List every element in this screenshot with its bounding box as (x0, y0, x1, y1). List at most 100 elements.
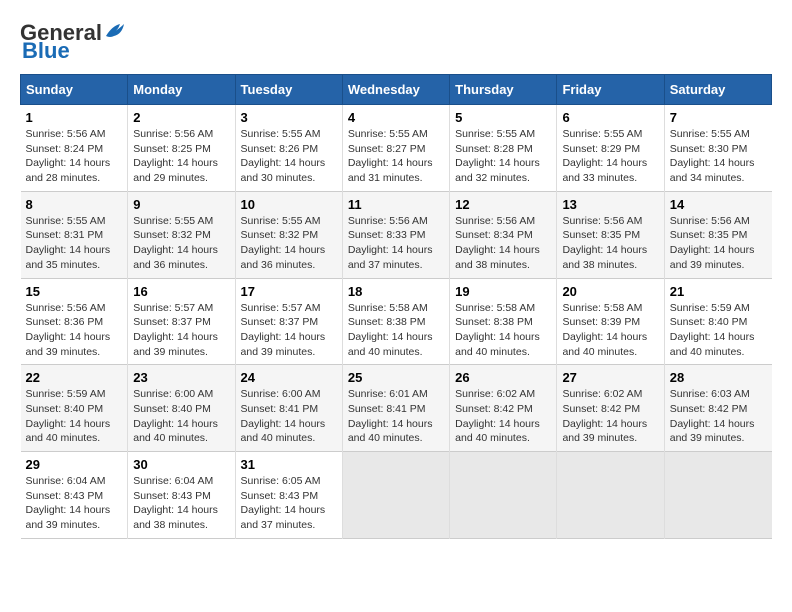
day-info: Sunrise: 5:58 AMSunset: 8:39 PMDaylight:… (562, 302, 647, 358)
day-info: Sunrise: 6:02 AMSunset: 8:42 PMDaylight:… (455, 388, 540, 444)
day-cell: 14 Sunrise: 5:56 AMSunset: 8:35 PMDaylig… (664, 191, 771, 278)
day-info: Sunrise: 5:55 AMSunset: 8:27 PMDaylight:… (348, 128, 433, 184)
day-info: Sunrise: 5:58 AMSunset: 8:38 PMDaylight:… (455, 302, 540, 358)
column-header-sunday: Sunday (21, 75, 128, 105)
day-number: 11 (348, 197, 444, 212)
day-number: 1 (26, 110, 123, 125)
day-info: Sunrise: 5:56 AMSunset: 8:25 PMDaylight:… (133, 128, 218, 184)
day-info: Sunrise: 5:56 AMSunset: 8:24 PMDaylight:… (26, 128, 111, 184)
day-cell: 30 Sunrise: 6:04 AMSunset: 8:43 PMDaylig… (128, 452, 235, 539)
day-cell: 12 Sunrise: 5:56 AMSunset: 8:34 PMDaylig… (450, 191, 557, 278)
day-info: Sunrise: 5:58 AMSunset: 8:38 PMDaylight:… (348, 302, 433, 358)
day-number: 17 (241, 284, 337, 299)
day-info: Sunrise: 5:55 AMSunset: 8:28 PMDaylight:… (455, 128, 540, 184)
day-info: Sunrise: 5:56 AMSunset: 8:36 PMDaylight:… (26, 302, 111, 358)
day-number: 29 (26, 457, 123, 472)
day-info: Sunrise: 6:03 AMSunset: 8:42 PMDaylight:… (670, 388, 755, 444)
calendar-header-row: SundayMondayTuesdayWednesdayThursdayFrid… (21, 75, 772, 105)
day-number: 30 (133, 457, 229, 472)
week-row-4: 22 Sunrise: 5:59 AMSunset: 8:40 PMDaylig… (21, 365, 772, 452)
day-cell: 24 Sunrise: 6:00 AMSunset: 8:41 PMDaylig… (235, 365, 342, 452)
logo-bird-icon (104, 22, 126, 40)
day-cell: 4 Sunrise: 5:55 AMSunset: 8:27 PMDayligh… (342, 105, 449, 192)
day-number: 4 (348, 110, 444, 125)
day-info: Sunrise: 5:56 AMSunset: 8:35 PMDaylight:… (562, 215, 647, 271)
week-row-3: 15 Sunrise: 5:56 AMSunset: 8:36 PMDaylig… (21, 278, 772, 365)
day-number: 10 (241, 197, 337, 212)
column-header-tuesday: Tuesday (235, 75, 342, 105)
day-cell: 20 Sunrise: 5:58 AMSunset: 8:39 PMDaylig… (557, 278, 664, 365)
day-number: 9 (133, 197, 229, 212)
week-row-5: 29 Sunrise: 6:04 AMSunset: 8:43 PMDaylig… (21, 452, 772, 539)
day-number: 26 (455, 370, 551, 385)
column-header-saturday: Saturday (664, 75, 771, 105)
day-cell: 31 Sunrise: 6:05 AMSunset: 8:43 PMDaylig… (235, 452, 342, 539)
day-info: Sunrise: 5:59 AMSunset: 8:40 PMDaylight:… (670, 302, 755, 358)
day-info: Sunrise: 6:04 AMSunset: 8:43 PMDaylight:… (26, 475, 111, 531)
page-header: General Blue (20, 20, 772, 64)
day-cell: 18 Sunrise: 5:58 AMSunset: 8:38 PMDaylig… (342, 278, 449, 365)
day-cell: 15 Sunrise: 5:56 AMSunset: 8:36 PMDaylig… (21, 278, 128, 365)
day-cell: 6 Sunrise: 5:55 AMSunset: 8:29 PMDayligh… (557, 105, 664, 192)
day-number: 3 (241, 110, 337, 125)
day-info: Sunrise: 5:55 AMSunset: 8:29 PMDaylight:… (562, 128, 647, 184)
week-row-2: 8 Sunrise: 5:55 AMSunset: 8:31 PMDayligh… (21, 191, 772, 278)
day-info: Sunrise: 5:56 AMSunset: 8:35 PMDaylight:… (670, 215, 755, 271)
day-number: 16 (133, 284, 229, 299)
column-header-monday: Monday (128, 75, 235, 105)
day-number: 20 (562, 284, 658, 299)
week-row-1: 1 Sunrise: 5:56 AMSunset: 8:24 PMDayligh… (21, 105, 772, 192)
day-info: Sunrise: 6:05 AMSunset: 8:43 PMDaylight:… (241, 475, 326, 531)
day-number: 28 (670, 370, 767, 385)
day-cell (557, 452, 664, 539)
day-info: Sunrise: 5:56 AMSunset: 8:34 PMDaylight:… (455, 215, 540, 271)
calendar-table: SundayMondayTuesdayWednesdayThursdayFrid… (20, 74, 772, 539)
day-info: Sunrise: 5:57 AMSunset: 8:37 PMDaylight:… (133, 302, 218, 358)
day-number: 18 (348, 284, 444, 299)
day-cell: 9 Sunrise: 5:55 AMSunset: 8:32 PMDayligh… (128, 191, 235, 278)
day-number: 19 (455, 284, 551, 299)
day-cell (664, 452, 771, 539)
day-cell: 8 Sunrise: 5:55 AMSunset: 8:31 PMDayligh… (21, 191, 128, 278)
day-number: 21 (670, 284, 767, 299)
day-cell: 3 Sunrise: 5:55 AMSunset: 8:26 PMDayligh… (235, 105, 342, 192)
day-info: Sunrise: 6:00 AMSunset: 8:40 PMDaylight:… (133, 388, 218, 444)
day-cell: 7 Sunrise: 5:55 AMSunset: 8:30 PMDayligh… (664, 105, 771, 192)
day-number: 15 (26, 284, 123, 299)
day-cell: 29 Sunrise: 6:04 AMSunset: 8:43 PMDaylig… (21, 452, 128, 539)
column-header-thursday: Thursday (450, 75, 557, 105)
day-info: Sunrise: 6:00 AMSunset: 8:41 PMDaylight:… (241, 388, 326, 444)
day-info: Sunrise: 5:55 AMSunset: 8:30 PMDaylight:… (670, 128, 755, 184)
day-info: Sunrise: 6:02 AMSunset: 8:42 PMDaylight:… (562, 388, 647, 444)
day-number: 31 (241, 457, 337, 472)
column-header-friday: Friday (557, 75, 664, 105)
day-cell: 26 Sunrise: 6:02 AMSunset: 8:42 PMDaylig… (450, 365, 557, 452)
day-cell: 11 Sunrise: 5:56 AMSunset: 8:33 PMDaylig… (342, 191, 449, 278)
day-cell: 13 Sunrise: 5:56 AMSunset: 8:35 PMDaylig… (557, 191, 664, 278)
day-cell: 1 Sunrise: 5:56 AMSunset: 8:24 PMDayligh… (21, 105, 128, 192)
logo-blue: Blue (20, 38, 70, 64)
day-info: Sunrise: 5:55 AMSunset: 8:32 PMDaylight:… (133, 215, 218, 271)
day-cell: 21 Sunrise: 5:59 AMSunset: 8:40 PMDaylig… (664, 278, 771, 365)
day-number: 24 (241, 370, 337, 385)
day-number: 12 (455, 197, 551, 212)
day-cell: 2 Sunrise: 5:56 AMSunset: 8:25 PMDayligh… (128, 105, 235, 192)
day-number: 2 (133, 110, 229, 125)
day-cell: 25 Sunrise: 6:01 AMSunset: 8:41 PMDaylig… (342, 365, 449, 452)
day-cell: 28 Sunrise: 6:03 AMSunset: 8:42 PMDaylig… (664, 365, 771, 452)
day-info: Sunrise: 5:55 AMSunset: 8:26 PMDaylight:… (241, 128, 326, 184)
day-cell: 16 Sunrise: 5:57 AMSunset: 8:37 PMDaylig… (128, 278, 235, 365)
day-number: 23 (133, 370, 229, 385)
day-number: 27 (562, 370, 658, 385)
day-cell: 23 Sunrise: 6:00 AMSunset: 8:40 PMDaylig… (128, 365, 235, 452)
day-cell: 10 Sunrise: 5:55 AMSunset: 8:32 PMDaylig… (235, 191, 342, 278)
day-cell: 19 Sunrise: 5:58 AMSunset: 8:38 PMDaylig… (450, 278, 557, 365)
day-number: 6 (562, 110, 658, 125)
column-header-wednesday: Wednesday (342, 75, 449, 105)
day-number: 7 (670, 110, 767, 125)
day-number: 22 (26, 370, 123, 385)
day-cell (342, 452, 449, 539)
day-info: Sunrise: 6:04 AMSunset: 8:43 PMDaylight:… (133, 475, 218, 531)
day-cell: 5 Sunrise: 5:55 AMSunset: 8:28 PMDayligh… (450, 105, 557, 192)
day-number: 25 (348, 370, 444, 385)
